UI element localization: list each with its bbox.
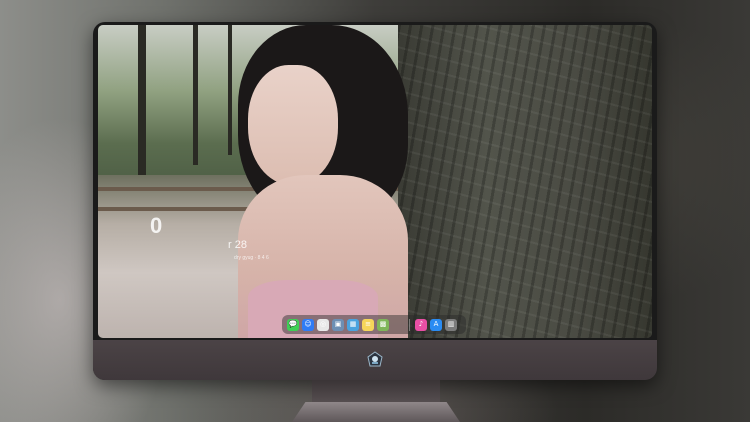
lock-screen-subtitle: dry gyug · 8 4 6 [234, 255, 269, 261]
wallpaper-person-face [248, 65, 338, 185]
photos-icon[interactable]: ▩ [377, 318, 389, 331]
itunes-icon[interactable]: ♪ [415, 318, 427, 331]
finder-icon[interactable]: ☺ [302, 318, 314, 331]
dock-separator [409, 318, 410, 331]
wallpaper-tree-trunk [193, 25, 198, 165]
wallpaper-tree-trunk [228, 25, 232, 155]
appstore-icon[interactable]: A [430, 318, 442, 331]
messages-icon[interactable]: 💬 [287, 318, 299, 331]
dock: 💬 ☺ ◎ ▣ ▦ ≡ ▩ ♪ A ▥ [282, 315, 466, 334]
monitor-stand-base [292, 402, 460, 422]
clapper-icon[interactable]: ▦ [347, 318, 359, 331]
monitor-chin [93, 340, 657, 380]
notes-icon[interactable]: ≡ [362, 318, 374, 331]
lock-screen-date: r 28 [228, 239, 247, 251]
trash-icon[interactable]: ▥ [445, 318, 457, 331]
screen-wallpaper: 0 r 28 dry gyug · 8 4 6 💬 ☺ ◎ ▣ ▦ ≡ ▩ ♪ A ▥ [98, 25, 652, 338]
preview-icon[interactable]: ▣ [332, 318, 344, 331]
safari-icon[interactable]: ◎ [317, 318, 329, 331]
wallpaper-tree-trunk [138, 25, 146, 175]
monitor: 0 r 28 dry gyug · 8 4 6 💬 ☺ ◎ ▣ ▦ ≡ ▩ ♪ A ▥ [93, 22, 657, 380]
wallpaper-tree-bark [398, 25, 652, 338]
brand-logo-icon [365, 350, 385, 370]
lock-screen-time: 0 [150, 213, 163, 238]
